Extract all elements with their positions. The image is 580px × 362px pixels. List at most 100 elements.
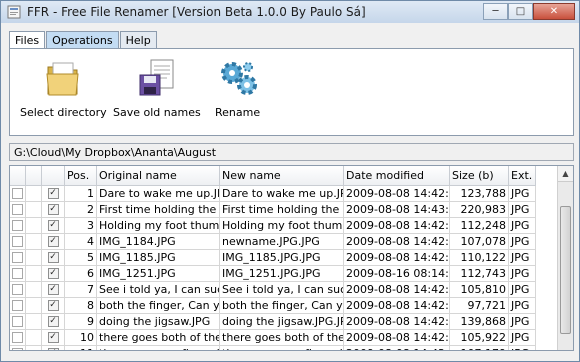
header-pos[interactable]: Pos. — [65, 166, 97, 186]
table-row[interactable]: ✓ 1 Dare to wake me up.JPG Dare to wake … — [10, 186, 558, 202]
row-marker[interactable] — [12, 204, 23, 215]
row-marker[interactable] — [12, 188, 23, 199]
row-date-modified: 2009-08-08 14:42:55 — [344, 298, 450, 314]
row-marker[interactable] — [12, 268, 23, 279]
tab-operations[interactable]: Operations — [46, 31, 119, 48]
window-title: FFR - Free File Renamer [Version Beta 1.… — [27, 5, 366, 19]
scroll-up-arrow[interactable]: ▲ — [558, 166, 573, 182]
save-old-names-button[interactable]: Save old names — [113, 59, 201, 119]
row-new-name[interactable]: Holding my foot thumb.J... — [220, 218, 344, 234]
row-original-name[interactable]: doing the jigsaw.JPG — [97, 314, 220, 330]
maximize-button[interactable]: □ — [508, 3, 533, 20]
row-original-name[interactable]: See i told ya, I can suck.... — [97, 282, 220, 298]
tab-help[interactable]: Help — [119, 31, 157, 48]
row-original-name[interactable]: there goes both of them ... — [97, 330, 220, 346]
header-col-2[interactable] — [26, 166, 42, 186]
table-row[interactable]: ✓ 10 there goes both of them ... there g… — [10, 330, 558, 346]
row-checkbox[interactable]: ✓ — [47, 220, 59, 231]
check-icon: ✓ — [49, 236, 57, 246]
select-directory-label: Select directory — [20, 106, 107, 119]
check-icon: ✓ — [49, 332, 57, 342]
row-checkbox[interactable]: ✓ — [47, 348, 59, 351]
row-new-name[interactable]: newname.JPG.JPG — [220, 234, 344, 250]
table-row[interactable]: ✓ 11 there goes my finger.JPG there goes… — [10, 346, 558, 351]
row-original-name[interactable]: IMG_1185.JPG — [97, 250, 220, 266]
row-pos: 11 — [65, 346, 97, 350]
table-row[interactable]: ✓ 3 Holding my foot thumb.JPG Holding my… — [10, 218, 558, 234]
maximize-icon: □ — [515, 6, 526, 17]
directory-path-field[interactable]: G:\Cloud\My Dropbox\Ananta\August — [9, 143, 574, 161]
header-col-3[interactable] — [42, 166, 65, 186]
row-new-name[interactable]: See i told ya, I can suck.... — [220, 282, 344, 298]
row-original-name[interactable]: IMG_1251.JPG — [97, 266, 220, 282]
row-original-name[interactable]: Holding my foot thumb.JPG — [97, 218, 220, 234]
table-row[interactable]: ✓ 2 First time holding the bot... First … — [10, 202, 558, 218]
row-ext: JPG — [509, 314, 536, 330]
row-marker[interactable] — [12, 300, 23, 311]
scrollbar-thumb[interactable] — [560, 206, 571, 334]
row-new-name[interactable]: both the finger, Can you... — [220, 298, 344, 314]
row-marker[interactable] — [12, 332, 23, 343]
row-pos: 4 — [65, 234, 97, 250]
row-size: 105,922 — [450, 330, 509, 346]
table-row[interactable]: ✓ 7 See i told ya, I can suck.... See i … — [10, 282, 558, 298]
row-date-modified: 2009-08-08 14:42:54 — [344, 234, 450, 250]
row-date-modified: 2009-08-08 14:42:54 — [344, 250, 450, 266]
row-checkbox[interactable]: ✓ — [47, 332, 59, 343]
row-original-name[interactable]: Dare to wake me up.JPG — [97, 186, 220, 202]
app-icon — [7, 5, 21, 19]
save-icon — [137, 59, 177, 100]
table-row[interactable]: ✓ 4 IMG_1184.JPG newname.JPG.JPG 2009-08… — [10, 234, 558, 250]
row-new-name[interactable]: Dare to wake me up.JPG... — [220, 186, 344, 202]
row-marker[interactable] — [12, 236, 23, 247]
row-checkbox[interactable]: ✓ — [47, 252, 59, 263]
row-new-name[interactable]: there goes my finger.JPG... — [220, 346, 344, 350]
vertical-scrollbar[interactable]: ▲ — [557, 166, 573, 350]
row-original-name[interactable]: IMG_1184.JPG — [97, 234, 220, 250]
row-marker[interactable] — [12, 220, 23, 231]
header-ext[interactable]: Ext. — [509, 166, 536, 186]
row-marker[interactable] — [12, 348, 23, 350]
row-size: 139,868 — [450, 314, 509, 330]
minimize-icon: ─ — [492, 6, 499, 17]
header-date-modified[interactable]: Date modified — [344, 166, 450, 186]
table-row[interactable]: ✓ 8 both the finger, Can you... both the… — [10, 298, 558, 314]
close-button[interactable]: ✕ — [533, 3, 575, 20]
row-marker[interactable] — [12, 316, 23, 327]
table-row[interactable]: ✓ 9 doing the jigsaw.JPG doing the jigsa… — [10, 314, 558, 330]
table-row[interactable]: ✓ 6 IMG_1251.JPG IMG_1251.JPG.JPG 2009-0… — [10, 266, 558, 282]
row-new-name[interactable]: IMG_1185.JPG.JPG — [220, 250, 344, 266]
row-checkbox[interactable]: ✓ — [47, 188, 59, 199]
row-new-name[interactable]: doing the jigsaw.JPG.JPG — [220, 314, 344, 330]
row-date-modified: 2009-08-08 14:43:00 — [344, 202, 450, 218]
check-icon: ✓ — [49, 188, 57, 198]
header-new-name[interactable]: New name — [220, 166, 344, 186]
header-size[interactable]: Size (b) — [450, 166, 509, 186]
row-pos: 6 — [65, 266, 97, 282]
rename-button[interactable]: Rename — [215, 59, 260, 119]
row-new-name[interactable]: there goes both of them ... — [220, 330, 344, 346]
row-ext: JPG — [509, 250, 536, 266]
row-original-name[interactable]: there goes my finger.JPG — [97, 346, 220, 350]
row-checkbox[interactable]: ✓ — [47, 204, 59, 215]
title-bar[interactable]: FFR - Free File Renamer [Version Beta 1.… — [1, 1, 579, 23]
table-row[interactable]: ✓ 5 IMG_1185.JPG IMG_1185.JPG.JPG 2009-0… — [10, 250, 558, 266]
tab-files[interactable]: Files — [9, 31, 46, 49]
row-marker[interactable] — [12, 252, 23, 263]
row-checkbox[interactable]: ✓ — [47, 284, 59, 295]
row-checkbox[interactable]: ✓ — [47, 316, 59, 327]
file-table[interactable]: Pos. Original name New name Date modifie… — [9, 165, 574, 351]
row-original-name[interactable]: First time holding the bot... — [97, 202, 220, 218]
minimize-button[interactable]: ─ — [483, 3, 508, 20]
row-checkbox[interactable]: ✓ — [47, 268, 59, 279]
row-original-name[interactable]: both the finger, Can you... — [97, 298, 220, 314]
row-marker[interactable] — [12, 284, 23, 295]
row-new-name[interactable]: First time holding the bot... — [220, 202, 344, 218]
row-new-name[interactable]: IMG_1251.JPG.JPG — [220, 266, 344, 282]
row-checkbox[interactable]: ✓ — [47, 236, 59, 247]
header-col-1[interactable] — [10, 166, 26, 186]
check-icon: ✓ — [49, 348, 57, 351]
row-checkbox[interactable]: ✓ — [47, 300, 59, 311]
select-directory-button[interactable]: Select directory — [20, 59, 107, 119]
header-original-name[interactable]: Original name — [97, 166, 220, 186]
